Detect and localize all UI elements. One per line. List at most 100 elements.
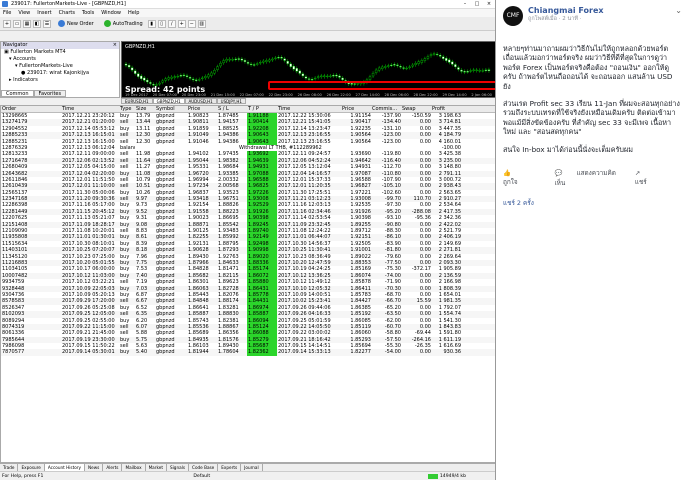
table-cell: 1.82362 xyxy=(247,349,277,356)
navigator-icon[interactable]: ☰ xyxy=(43,19,51,28)
minimize-icon[interactable]: – xyxy=(459,0,471,8)
line-chart-icon[interactable]: ∕ xyxy=(167,19,176,28)
candle-body xyxy=(371,72,375,77)
status-traffic: 14949/4 kb xyxy=(427,473,466,479)
candle-body xyxy=(457,67,460,70)
tab-signals[interactable]: Signals xyxy=(167,464,190,471)
tab-market[interactable]: Market xyxy=(146,464,167,471)
tree-item-indicators[interactable]: ▸ Indicators xyxy=(1,77,119,84)
menu-item-help[interactable]: Help xyxy=(128,10,139,16)
new-chart-icon[interactable]: + xyxy=(3,19,11,28)
traffic-label: 14949/4 kb xyxy=(439,473,466,479)
shares-count[interactable]: แชร์ 2 ครั้ง xyxy=(503,198,682,208)
candle-body xyxy=(161,80,164,83)
column-header[interactable]: Time xyxy=(61,106,119,112)
tile-icon[interactable]: ▥ xyxy=(197,19,206,28)
post-meta: ถูกโพสต์เมื่อ · 2 นาที · xyxy=(528,16,582,22)
candle-body xyxy=(301,73,305,77)
candle-body xyxy=(170,76,173,79)
column-header[interactable]: Price xyxy=(341,106,371,112)
tab-journal[interactable]: Journal xyxy=(241,464,263,471)
column-header[interactable]: Commis... xyxy=(371,106,401,112)
candle-body xyxy=(265,60,268,62)
column-header[interactable]: Order xyxy=(1,106,61,112)
tab-code-base[interactable]: Code Base xyxy=(189,464,219,471)
tab-experts[interactable]: Experts xyxy=(218,464,242,471)
table-cell: 5.40 xyxy=(136,349,148,356)
column-header[interactable]: Time xyxy=(277,106,341,112)
like-button[interactable]: 👍 ถูกใจ xyxy=(503,169,542,187)
market-watch-icon[interactable]: ◧ xyxy=(33,19,41,28)
table-row[interactable]: 7870577 2017.09.14 05:30:01 buy 5.40 gbpnzd 1… xyxy=(1,349,495,356)
tree-item-server[interactable]: ▾ FullertonMarkets-Live xyxy=(1,63,119,70)
tree-item-account[interactable]: ● 239017: wirat Kajonkijya xyxy=(1,70,119,77)
column-header[interactable]: Profit xyxy=(431,106,461,112)
autotrading-button[interactable]: AutoTrading xyxy=(103,20,143,27)
candle-body xyxy=(393,64,396,66)
status-bar: For Help, press F1 Default 14949/4 kb xyxy=(0,471,495,480)
candle-body xyxy=(310,79,314,81)
menu-item-insert[interactable]: Insert xyxy=(37,10,51,16)
column-header[interactable]: Size xyxy=(135,106,155,112)
bar-chart-icon[interactable]: ▮ xyxy=(147,19,156,28)
navigator-tree: ▣ Fullerton Markets MT4 ▾ Accounts ▾ Ful… xyxy=(1,49,119,84)
tab-trade[interactable]: Trade xyxy=(0,464,19,471)
candle-chart-icon[interactable]: ▯ xyxy=(157,19,166,28)
zoom-in-icon[interactable]: + xyxy=(177,19,186,28)
column-header[interactable]: Price xyxy=(187,106,217,112)
table-cell: 1.82277 xyxy=(350,349,371,356)
menu-item-charts[interactable]: Charts xyxy=(59,10,75,16)
menu-item-window[interactable]: Window xyxy=(101,10,121,16)
tab-exposure[interactable]: Exposure xyxy=(18,464,45,471)
toolbar: + ▭ ▦ ◧ ☰ New Order AutoTrading ▮ ▯ ∕ + … xyxy=(0,17,495,31)
candle-body xyxy=(289,63,292,67)
chart-tab[interactable]: AUDUSD,H1 xyxy=(184,98,217,104)
candle-body xyxy=(414,62,417,66)
candle-body xyxy=(204,76,207,79)
profiles-icon[interactable]: ▦ xyxy=(23,19,31,28)
candle-body xyxy=(390,64,393,67)
menu-item-view[interactable]: View xyxy=(18,10,30,16)
post-paragraph-2: ส่วนเรต Profit sec 33 เรียน 11-Jan ที่ผม… xyxy=(503,99,680,137)
column-header[interactable]: Swap xyxy=(401,106,431,112)
share-button[interactable]: ↗ แชร์ xyxy=(635,169,670,187)
tab-mailbox[interactable]: Mailbox xyxy=(122,464,146,471)
page-avatar[interactable]: CMF xyxy=(503,6,523,26)
tab-common[interactable]: Common xyxy=(1,90,34,97)
chart-tab[interactable]: USDJPY,H1 xyxy=(216,98,246,104)
new-order-button[interactable]: New Order xyxy=(58,20,94,27)
page-name[interactable]: Chiangmai Forex xyxy=(528,6,604,15)
candle-body xyxy=(167,77,170,80)
candle-body xyxy=(316,76,320,78)
tab-favorites[interactable]: Favorites xyxy=(33,90,67,97)
column-header[interactable]: T / P xyxy=(247,106,277,112)
terminal-panel: Order Time Type Size Symbol Price S / LT / P Ti… xyxy=(0,105,495,463)
close-icon[interactable]: × xyxy=(113,42,117,49)
table-cell: buy xyxy=(120,349,130,356)
more-icon[interactable]: ⌄ xyxy=(675,6,682,15)
column-header[interactable]: Symbol xyxy=(155,106,187,112)
chart-tab[interactable]: GBPNZD,H1 xyxy=(152,98,185,104)
candle-body xyxy=(197,79,201,81)
close-icon[interactable]: × xyxy=(483,0,495,8)
open-icon[interactable]: ▭ xyxy=(13,19,21,28)
zoom-out-icon[interactable]: − xyxy=(187,19,196,28)
candle-body xyxy=(298,70,302,74)
candle-body xyxy=(225,59,228,62)
menu-item-tools[interactable]: Tools xyxy=(82,10,94,16)
like-icon: 👍 xyxy=(503,169,511,178)
tree-item-root[interactable]: ▣ Fullerton Markets MT4 xyxy=(1,49,119,56)
table-cell: 1.78604 xyxy=(218,349,239,356)
chart-tab[interactable]: EURUSD,H1 xyxy=(121,98,153,104)
maximize-icon[interactable]: □ xyxy=(471,0,483,8)
comment-button[interactable]: 💬 แสดงความคิดเห็น xyxy=(554,168,622,188)
facebook-post: CMF Chiangmai Forex ถูกโพสต์เมื่อ · 2 นาท… xyxy=(497,0,688,480)
column-header[interactable]: Type xyxy=(119,106,135,112)
candle-body xyxy=(280,57,283,59)
menu-item-file[interactable]: File xyxy=(3,10,11,16)
tab-account-history[interactable]: Account History xyxy=(44,464,85,471)
column-header[interactable]: S / L xyxy=(217,106,247,112)
tree-item-accounts[interactable]: ▾ Accounts xyxy=(1,56,119,63)
tab-news[interactable]: News xyxy=(85,464,104,471)
tab-alerts[interactable]: Alerts xyxy=(103,464,123,471)
